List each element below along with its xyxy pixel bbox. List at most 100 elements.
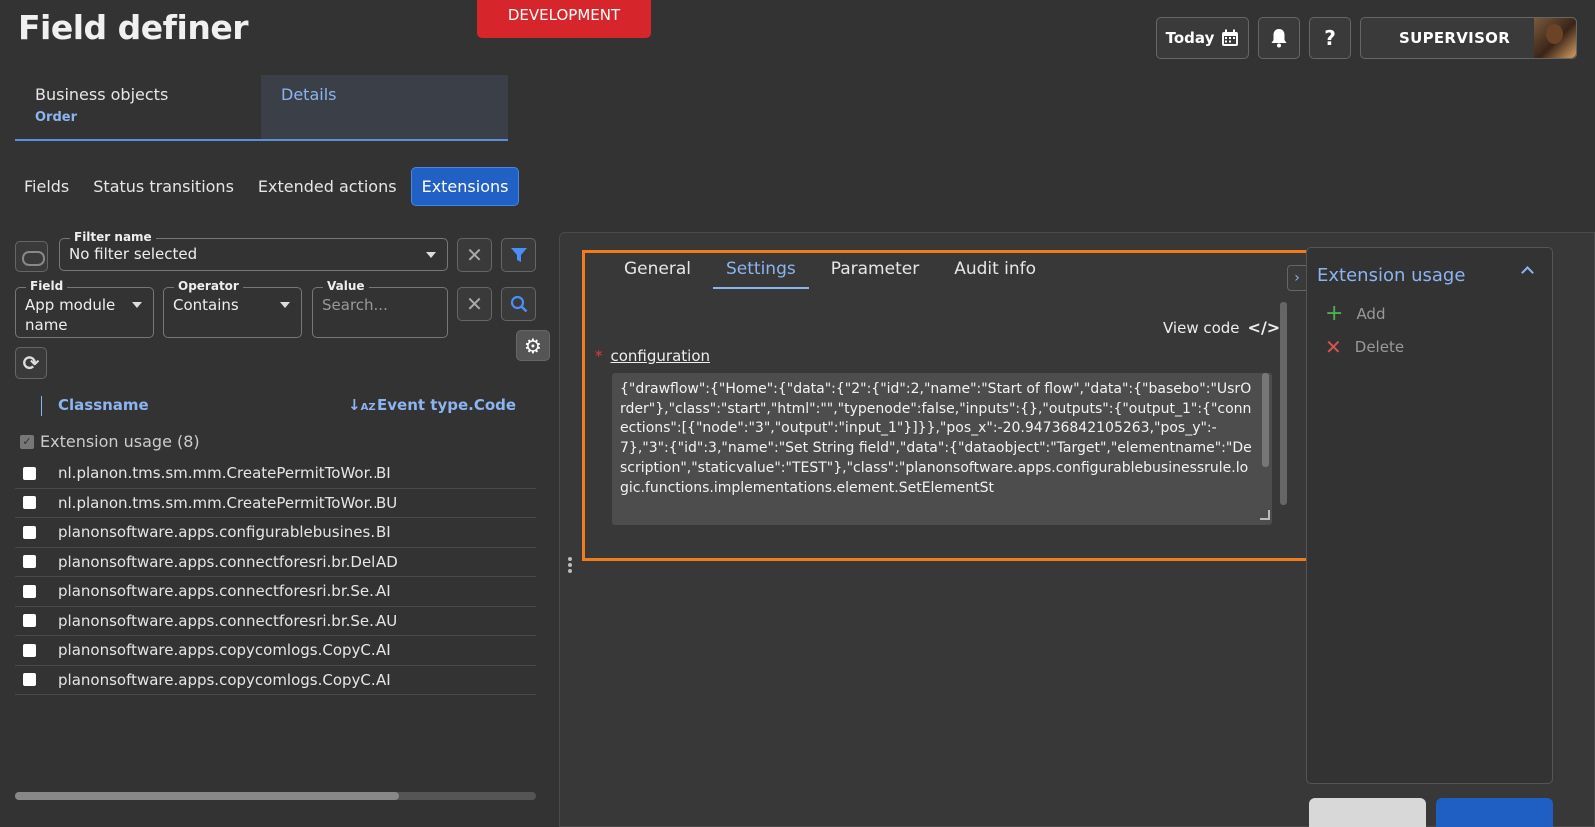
filter-name-value: No filter selected xyxy=(69,245,198,263)
group-label: Extension usage (8) xyxy=(40,432,200,451)
row-checkbox[interactable] xyxy=(23,673,36,687)
group-row[interactable]: ✓ Extension usage (8) xyxy=(20,432,200,451)
header-actions: Today ? SUPERVISOR xyxy=(1156,17,1577,59)
tab-details[interactable]: Details xyxy=(261,75,508,139)
row-classname: planonsoftware.apps.copycomlogs.CopyC... xyxy=(58,670,376,689)
delete-button[interactable]: ✕ Delete xyxy=(1325,337,1404,357)
group-checkbox: ✓ xyxy=(20,434,34,449)
plus-icon: + xyxy=(1325,301,1344,326)
row-code: AI xyxy=(376,641,391,660)
operator-select[interactable]: Operator Contains xyxy=(163,279,302,338)
tab-business-objects-label: Business objects xyxy=(35,85,169,104)
tab-details-label: Details xyxy=(281,85,337,104)
extension-usage-panel: Extension usage + Add ✕ Delete xyxy=(1306,247,1553,784)
detail-tabs: General Settings Parameter Audit info xyxy=(611,255,1058,289)
row-classname: planonsoftware.apps.connectforesri.br.De… xyxy=(58,552,376,571)
collapse-panel-button[interactable]: › xyxy=(1287,265,1307,291)
row-checkbox[interactable] xyxy=(23,555,36,569)
clear-filter-button[interactable]: ✕ xyxy=(457,238,492,272)
row-classname: planonsoftware.apps.connectforesri.br.Se… xyxy=(58,582,376,601)
list-item[interactable]: nl.planon.tms.sm.mm.CreatePermitToWor...… xyxy=(15,489,536,518)
primary-action-button[interactable] xyxy=(1436,798,1553,827)
list-item[interactable]: planonsoftware.apps.connectforesri.br.Se… xyxy=(15,577,536,607)
row-checkbox[interactable] xyxy=(23,466,36,480)
tab-extended-actions[interactable]: Extended actions xyxy=(248,168,407,205)
row-code: AI xyxy=(376,582,391,601)
list-item[interactable]: planonsoftware.apps.connectforesri.br.Se… xyxy=(15,607,536,636)
row-checkbox[interactable] xyxy=(23,525,36,539)
sub-tabs: Fields Status transitions Extended actio… xyxy=(14,167,520,206)
refresh-button[interactable]: ⟳ xyxy=(15,347,47,379)
list-item[interactable]: planonsoftware.apps.copycomlogs.CopyC...… xyxy=(15,636,536,666)
filter-toggle[interactable] xyxy=(15,241,48,272)
secondary-action-button[interactable] xyxy=(1309,798,1426,827)
filter-name-select[interactable]: Filter name No filter selected xyxy=(59,230,448,271)
settings-button[interactable]: ⚙ xyxy=(516,330,550,361)
row-checkbox[interactable] xyxy=(23,496,36,510)
row-code: BU xyxy=(376,493,398,512)
search-icon xyxy=(510,295,527,313)
drag-handle-icon[interactable] xyxy=(568,555,574,575)
field-value: App module name xyxy=(25,296,116,334)
row-checkbox[interactable] xyxy=(23,584,36,598)
environment-badge: DEVELOPMENT xyxy=(477,0,651,38)
list-item[interactable]: nl.planon.tms.sm.mm.CreatePermitToWor...… xyxy=(15,459,536,489)
help-button[interactable]: ? xyxy=(1309,17,1351,59)
close-icon: ✕ xyxy=(466,292,483,316)
view-code-button[interactable]: View code </> xyxy=(1163,318,1280,337)
configuration-textarea[interactable]: {"drawflow":{"Home":{"data":{"2":{"id":2… xyxy=(612,373,1272,525)
bell-icon xyxy=(1271,29,1287,48)
field-label: Field xyxy=(26,279,68,293)
value-input[interactable]: Value Search... xyxy=(312,279,448,338)
sort-icon[interactable]: ↓AZ xyxy=(348,396,376,414)
extension-usage-title: Extension usage xyxy=(1317,265,1466,286)
user-menu-button[interactable]: SUPERVISOR xyxy=(1360,17,1577,59)
tab-parameter[interactable]: Parameter xyxy=(818,255,932,289)
tab-fields[interactable]: Fields xyxy=(14,168,79,205)
row-classname: nl.planon.tms.sm.mm.CreatePermitToWor... xyxy=(58,464,376,483)
row-classname: planonsoftware.apps.connectforesri.br.Se… xyxy=(58,611,376,630)
page-title: Field definer xyxy=(18,8,248,47)
row-code: AU xyxy=(376,611,398,630)
tab-status-transitions[interactable]: Status transitions xyxy=(83,168,244,205)
horizontal-scrollbar[interactable] xyxy=(15,792,536,800)
funnel-icon xyxy=(510,248,527,262)
detail-scrollbar[interactable] xyxy=(1280,302,1287,505)
refresh-icon: ⟳ xyxy=(22,351,40,375)
field-select[interactable]: Field App module name xyxy=(15,279,154,338)
filter-name-label: Filter name xyxy=(70,230,156,244)
add-label: Add xyxy=(1356,305,1386,323)
column-header-event-type[interactable]: Event type.Code xyxy=(377,396,516,414)
column-divider xyxy=(41,396,42,416)
add-button[interactable]: + Add xyxy=(1325,301,1386,326)
chevron-down-icon xyxy=(426,252,436,258)
tab-audit-info[interactable]: Audit info xyxy=(941,255,1049,289)
clear-value-button[interactable]: ✕ xyxy=(457,287,492,321)
row-checkbox[interactable] xyxy=(23,643,36,657)
tab-settings[interactable]: Settings xyxy=(713,255,809,289)
row-checkbox[interactable] xyxy=(23,614,36,628)
chevron-down-icon xyxy=(132,302,142,308)
operator-value: Contains xyxy=(173,296,239,314)
filter-button[interactable] xyxy=(501,238,536,272)
chevron-up-icon[interactable] xyxy=(1521,266,1534,279)
list-item[interactable]: planonsoftware.apps.copycomlogs.CopyC...… xyxy=(15,666,536,695)
resize-handle-icon[interactable] xyxy=(1260,510,1270,520)
scrollbar-thumb[interactable] xyxy=(15,792,399,800)
notifications-button[interactable] xyxy=(1258,17,1300,59)
row-classname: planonsoftware.apps.copycomlogs.CopyC... xyxy=(58,641,376,660)
today-button[interactable]: Today xyxy=(1156,17,1249,59)
user-name: SUPERVISOR xyxy=(1399,29,1511,47)
search-button[interactable] xyxy=(501,287,536,321)
gear-icon: ⚙ xyxy=(524,333,542,358)
list-item[interactable]: planonsoftware.apps.configurablebusines.… xyxy=(15,518,536,548)
tab-business-objects-sub: Order xyxy=(35,110,77,125)
tab-business-objects[interactable]: Business objects Order xyxy=(15,75,261,139)
textarea-scrollbar[interactable] xyxy=(1262,373,1269,467)
question-icon: ? xyxy=(1324,26,1336,50)
tab-extensions[interactable]: Extensions xyxy=(410,167,520,206)
list-item[interactable]: planonsoftware.apps.connectforesri.br.De… xyxy=(15,548,536,577)
tab-general[interactable]: General xyxy=(611,255,704,289)
extensions-list: nl.planon.tms.sm.mm.CreatePermitToWor...… xyxy=(15,459,536,695)
column-header-classname[interactable]: Classname xyxy=(58,396,149,414)
